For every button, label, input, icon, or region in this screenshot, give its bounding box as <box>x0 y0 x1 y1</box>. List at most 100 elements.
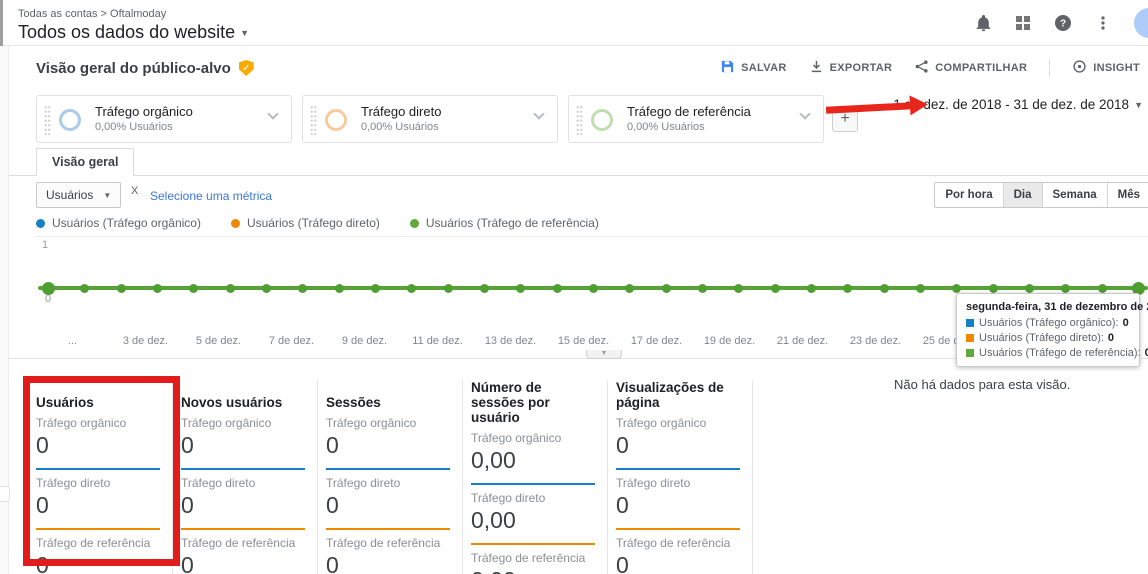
data-point[interactable] <box>698 284 707 293</box>
chevron-down-icon[interactable] <box>533 108 544 119</box>
series-square-icon <box>966 349 974 357</box>
data-point[interactable] <box>1025 284 1034 293</box>
export-button[interactable]: EXPORTAR <box>809 59 893 77</box>
metric-label: Tráfego orgânico <box>471 431 597 445</box>
data-point[interactable] <box>553 284 562 293</box>
segment-ring-icon <box>591 109 613 131</box>
apps-grid-icon[interactable] <box>1014 14 1032 32</box>
bell-icon[interactable] <box>974 14 992 32</box>
data-point[interactable] <box>516 284 525 293</box>
chart-tooltip: segunda-feira, 31 de dezembro de 2018 Us… <box>956 293 1140 367</box>
metric-value: 0 <box>326 493 452 517</box>
data-point[interactable] <box>807 284 816 293</box>
data-point[interactable] <box>189 284 198 293</box>
data-point[interactable] <box>989 284 998 293</box>
data-point[interactable] <box>80 284 89 293</box>
data-point[interactable] <box>625 284 634 293</box>
data-point[interactable] <box>589 284 598 293</box>
metric-selector-label: Usuários <box>46 188 93 202</box>
granularity-week[interactable]: Semana <box>1042 183 1107 207</box>
data-point[interactable] <box>480 284 489 293</box>
segment-title: Tráfego direto <box>361 104 441 119</box>
segment-card-organic[interactable]: Tráfego orgânico 0,00% Usuários <box>36 95 292 143</box>
data-point[interactable] <box>335 284 344 293</box>
add-segment-button[interactable]: + <box>832 106 858 132</box>
help-icon[interactable]: ? <box>1054 14 1072 32</box>
data-point[interactable] <box>734 284 743 293</box>
segment-card-direct[interactable]: Tráfego direto 0,00% Usuários <box>302 95 558 143</box>
metric-label: Tráfego orgânico <box>616 416 742 430</box>
metric-label: Tráfego de referência <box>616 536 742 550</box>
divider <box>1049 59 1050 77</box>
metric-value: 0 <box>326 433 452 457</box>
legend-dot-icon <box>36 219 45 228</box>
sparkline-organic <box>326 468 450 470</box>
metric-value: 0,00 <box>471 508 597 532</box>
drag-handle-icon[interactable] <box>44 105 51 135</box>
scorecard-metric: Tráfego direto 0 <box>36 476 162 530</box>
chart-collapse-button[interactable]: ▼ <box>586 350 622 359</box>
data-point[interactable] <box>880 284 889 293</box>
data-point[interactable] <box>117 284 126 293</box>
legend-item-organic[interactable]: Usuários (Tráfego orgânico) <box>36 216 201 230</box>
data-point[interactable] <box>42 282 55 295</box>
x-axis-label: 17 de dez. <box>620 335 693 347</box>
sparkline-direct <box>326 528 450 530</box>
sparkline-organic <box>36 468 160 470</box>
metric-selector[interactable]: Usuários▼ <box>36 182 121 208</box>
save-button[interactable]: SALVAR <box>720 59 786 77</box>
kebab-menu-icon[interactable] <box>1094 14 1112 32</box>
metric-value: 0 <box>36 433 162 457</box>
insight-label: INSIGHT <box>1093 62 1140 74</box>
tooltip-value: 0 <box>1145 347 1148 359</box>
metric-label: Tráfego de referência <box>36 536 162 550</box>
x-axis-label: 11 de dez. <box>401 335 474 347</box>
chevron-down-icon[interactable] <box>267 108 278 119</box>
select-metric-link[interactable]: Selecione uma métrica <box>150 189 272 203</box>
granularity-day[interactable]: Dia <box>1003 183 1042 207</box>
segment-ring-icon <box>325 109 347 131</box>
tooltip-label: Usuários (Tráfego de referência): <box>979 347 1141 359</box>
legend-dot-icon <box>231 219 240 228</box>
data-point[interactable] <box>262 284 271 293</box>
date-range-selector[interactable]: 1 de dez. de 2018 - 31 de dez. de 2018▼ <box>893 97 1143 112</box>
user-avatar[interactable] <box>1134 8 1148 38</box>
chevron-down-icon[interactable] <box>799 108 810 119</box>
drag-handle-icon[interactable] <box>310 105 317 135</box>
data-point[interactable] <box>1061 284 1070 293</box>
granularity-hourly[interactable]: Por hora <box>935 183 1002 207</box>
breadcrumb[interactable]: Todas as contas > Oftalmoday <box>18 8 166 20</box>
nav-expand-notch[interactable] <box>0 486 10 502</box>
x-axis-label: 15 de dez. <box>547 335 620 347</box>
data-point[interactable] <box>153 284 162 293</box>
save-label: SALVAR <box>741 62 786 74</box>
segment-subtitle: 0,00% Usuários <box>361 121 439 133</box>
data-point[interactable] <box>952 284 961 293</box>
insight-button[interactable]: INSIGHT <box>1072 59 1140 77</box>
data-point[interactable] <box>371 284 380 293</box>
granularity-month[interactable]: Mês <box>1107 183 1148 207</box>
data-point[interactable] <box>662 284 671 293</box>
legend-item-direct[interactable]: Usuários (Tráfego direto) <box>231 216 380 230</box>
share-button[interactable]: COMPARTILHAR <box>914 59 1027 77</box>
scorecard-metric: Tráfego orgânico 0 <box>616 416 742 470</box>
report-bar: Visão geral do público-alvo ✓ SALVAR EXP… <box>0 46 1148 90</box>
data-point[interactable] <box>298 284 307 293</box>
scorecard-columns: Usuários Tráfego orgânico 0 Tráfego dire… <box>36 380 761 574</box>
data-point[interactable] <box>771 284 780 293</box>
drag-handle-icon[interactable] <box>576 105 583 135</box>
tab-overview[interactable]: Visão geral <box>36 148 134 176</box>
data-point[interactable] <box>407 284 416 293</box>
account-selector[interactable]: Todos os dados do website▼ <box>18 22 249 43</box>
data-point[interactable] <box>916 284 925 293</box>
data-point[interactable] <box>444 284 453 293</box>
segment-title: Tráfego de referência <box>627 104 751 119</box>
share-label: COMPARTILHAR <box>935 62 1027 74</box>
data-point[interactable] <box>226 284 235 293</box>
chart-legend: Usuários (Tráfego orgânico) Usuários (Tr… <box>36 216 599 230</box>
data-point[interactable] <box>843 284 852 293</box>
segment-card-referral[interactable]: Tráfego de referência 0,00% Usuários <box>568 95 824 143</box>
download-icon <box>809 59 824 77</box>
data-point[interactable] <box>1098 284 1107 293</box>
legend-item-referral[interactable]: Usuários (Tráfego de referência) <box>410 216 599 230</box>
